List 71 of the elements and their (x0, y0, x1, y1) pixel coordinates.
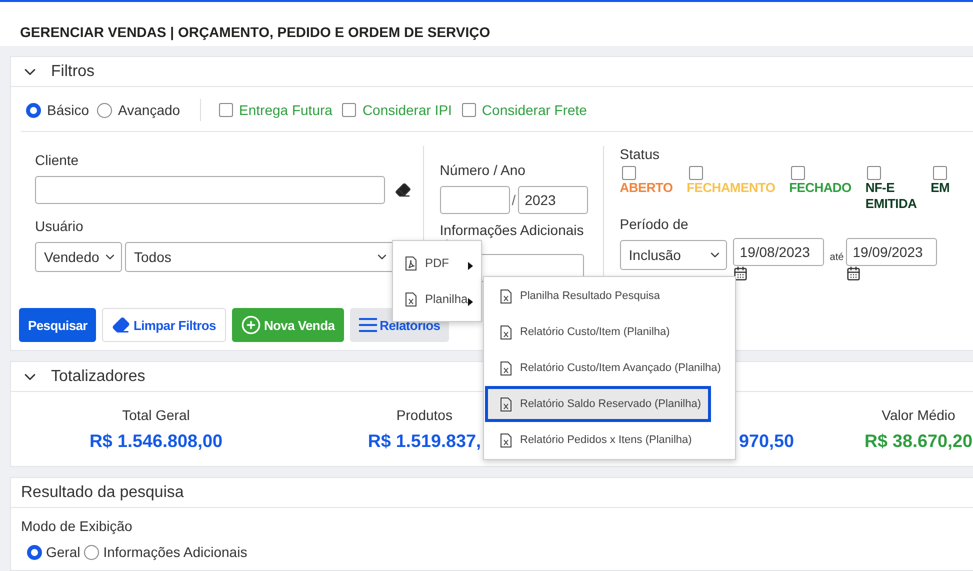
caret-icon (468, 298, 473, 306)
calendar-icon[interactable] (732, 266, 748, 281)
spreadsheet-file-icon (500, 360, 512, 376)
field-label: Período de (620, 216, 690, 232)
total-value: R$ 1.519.837, (368, 430, 481, 452)
radio-button[interactable] (84, 544, 100, 560)
status-label: EM (930, 180, 950, 196)
checkbox[interactable] (791, 166, 806, 180)
calendar-icon[interactable] (846, 266, 861, 281)
field-label: Informações Adicionais (440, 222, 585, 238)
action-button[interactable]: Pesquisar (19, 308, 96, 342)
status-label: ABERTO (620, 180, 673, 196)
eraser-icon[interactable] (395, 182, 411, 198)
total-label: Total Geral (122, 406, 190, 422)
date-input[interactable]: 19/09/2023 (846, 238, 937, 266)
client-input[interactable] (35, 176, 385, 204)
checkbox[interactable] (219, 103, 234, 117)
total-value: R$ 38.670,20 (864, 430, 973, 452)
period-select[interactable]: Inclusão (620, 240, 727, 270)
radio-label: Geral (46, 544, 80, 560)
field-label: Cliente (35, 152, 80, 168)
field-label: Modo de Exibição (21, 518, 134, 534)
checkbox[interactable] (462, 103, 476, 117)
radio-button[interactable] (97, 102, 112, 118)
action-button[interactable]: Limpar Filtros (102, 308, 226, 342)
spreadsheet-file-icon (405, 292, 417, 306)
status-label: NF-E EMITIDA (865, 180, 917, 212)
menu-item[interactable]: PDF (393, 245, 481, 281)
radio-label: Avançado (118, 102, 180, 118)
user-type-select[interactable]: Vendedo (35, 242, 122, 272)
pdf-file-icon (405, 256, 417, 270)
menu-item[interactable]: Relatório Saldo Reservado (Planilha) (485, 386, 711, 422)
spreadsheet-file-icon (500, 288, 512, 304)
menu-icon (358, 318, 377, 332)
separator-text: / (512, 192, 516, 208)
checkbox[interactable] (342, 103, 356, 117)
total-value: R$ 1.546.808,00 (89, 430, 223, 452)
panel-title: Totalizadores (51, 368, 146, 386)
radio-button[interactable] (26, 102, 41, 118)
field-label: Status (620, 146, 660, 162)
eraser-icon (112, 316, 130, 334)
page-title: GERENCIAR VENDAS | ORÇAMENTO, PEDIDO E ORDEM DE SERVIÇO (20, 24, 490, 40)
checkbox[interactable] (622, 166, 636, 180)
radio-label: Básico (47, 102, 90, 118)
total-label: Valor Médio (882, 406, 956, 422)
user-select[interactable]: Todos (125, 242, 394, 272)
panel-title: Filtros (51, 62, 95, 80)
checkbox[interactable] (688, 166, 703, 180)
total-value: 970,50 (739, 431, 794, 452)
year-input[interactable]: 2023 (518, 186, 588, 214)
status-label: FECHAMENTO (686, 180, 776, 196)
checkbox[interactable] (932, 166, 947, 180)
caret-icon (468, 262, 473, 270)
radio-button[interactable] (27, 544, 42, 560)
panel-title: Resultado da pesquisa (21, 484, 184, 502)
total-label: Produtos (396, 406, 452, 422)
spreadsheet-file-icon (500, 432, 512, 448)
spreadsheet-file-icon (500, 324, 512, 340)
plus-circle-icon (240, 315, 261, 335)
until-text: até (830, 252, 844, 263)
field-label: Número / Ano (440, 162, 526, 178)
checkbox-label: Considerar IPI (362, 102, 452, 118)
date-input[interactable]: 19/08/2023 (732, 238, 824, 266)
spreadsheet-file-icon (500, 396, 512, 412)
number-input[interactable] (440, 186, 510, 214)
checkbox-label: Considerar Frete (482, 102, 587, 118)
field-label: Usuário (35, 218, 84, 234)
checkbox[interactable] (867, 166, 882, 180)
checkbox-label: Entrega Futura (239, 102, 332, 118)
status-label: FECHADO (789, 180, 852, 196)
radio-label: Informações Adicionais (103, 544, 248, 560)
